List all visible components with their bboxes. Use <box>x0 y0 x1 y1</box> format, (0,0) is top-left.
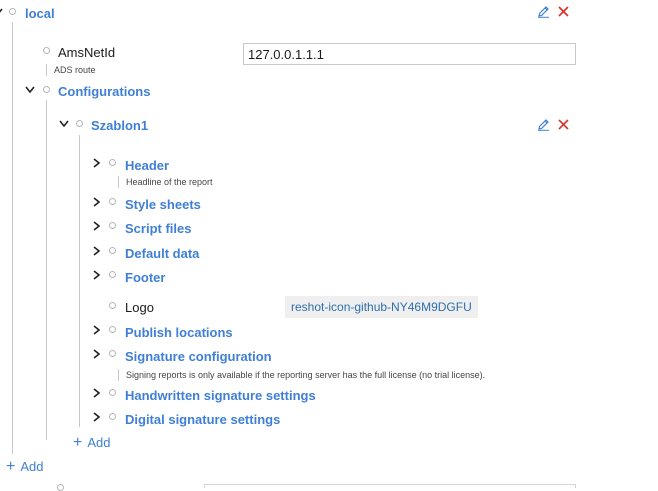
root-node-label[interactable]: local <box>25 6 55 21</box>
circle-icon <box>109 326 116 333</box>
add-root-button[interactable]: + Add <box>6 457 44 475</box>
circle-icon <box>57 484 64 491</box>
add-configuration-label: Add <box>87 435 111 450</box>
szablon-node-label[interactable]: Szablon1 <box>91 118 148 133</box>
logo-file-link[interactable]: reshot-icon-github-NY46M9DGFU <box>285 296 478 318</box>
style-sheets-node-label[interactable]: Style sheets <box>125 197 201 212</box>
chevron-right-icon[interactable] <box>91 220 103 232</box>
circle-icon <box>109 389 116 396</box>
signature-configuration-node-label[interactable]: Signature configuration <box>125 349 272 364</box>
chevron-down-icon[interactable] <box>24 84 36 96</box>
tree-line-configurations <box>46 100 47 440</box>
default-data-node-label[interactable]: Default data <box>125 246 199 261</box>
delete-root-button[interactable] <box>556 4 570 18</box>
circle-icon <box>109 159 116 166</box>
chevron-right-icon[interactable] <box>91 269 103 281</box>
footer-node-label[interactable]: Footer <box>125 270 165 285</box>
signature-configuration-description: Signing reports is only available if the… <box>118 369 485 381</box>
digital-signature-settings-node-label[interactable]: Digital signature settings <box>125 412 280 427</box>
tree-line-szablon <box>79 135 80 427</box>
header-description: Headline of the report <box>118 176 213 188</box>
delete-szablon-button[interactable] <box>556 117 570 131</box>
next-input-field[interactable] <box>204 484 576 488</box>
circle-icon <box>109 302 116 309</box>
header-node-label[interactable]: Header <box>125 158 169 173</box>
amsnetid-input[interactable] <box>243 43 576 65</box>
logo-label: Logo <box>125 300 154 315</box>
configurations-node-label[interactable]: Configurations <box>58 84 150 99</box>
chevron-down-icon[interactable] <box>0 6 4 18</box>
chevron-right-icon[interactable] <box>91 245 103 257</box>
chevron-down-icon[interactable] <box>58 118 70 130</box>
chevron-right-icon[interactable] <box>91 387 103 399</box>
circle-icon <box>109 271 116 278</box>
plus-icon: + <box>6 457 16 475</box>
pencil-icon <box>537 118 549 131</box>
circle-icon <box>9 8 16 15</box>
circle-icon <box>109 198 116 205</box>
circle-icon <box>109 222 116 229</box>
circle-icon <box>109 247 116 254</box>
circle-icon <box>43 86 50 93</box>
circle-icon <box>43 47 50 54</box>
circle-icon <box>76 120 83 127</box>
chevron-right-icon[interactable] <box>91 324 103 336</box>
chevron-right-icon[interactable] <box>91 157 103 169</box>
chevron-right-icon[interactable] <box>91 348 103 360</box>
chevron-right-icon[interactable] <box>91 411 103 423</box>
add-root-label: Add <box>20 459 44 474</box>
plus-icon: + <box>73 433 83 451</box>
circle-icon <box>109 350 116 357</box>
pencil-icon <box>537 5 549 18</box>
handwritten-signature-settings-node-label[interactable]: Handwritten signature settings <box>125 388 316 403</box>
close-icon <box>557 5 569 17</box>
edit-root-button[interactable] <box>536 4 550 18</box>
circle-icon <box>109 413 116 420</box>
publish-locations-node-label[interactable]: Publish locations <box>125 325 233 340</box>
close-icon <box>557 118 569 130</box>
tree-line-root <box>12 22 13 454</box>
script-files-node-label[interactable]: Script files <box>125 221 191 236</box>
amsnetid-description: ADS route <box>46 64 96 76</box>
edit-szablon-button[interactable] <box>536 117 550 131</box>
add-configuration-button[interactable]: + Add <box>73 433 111 451</box>
amsnetid-label: AmsNetId <box>58 45 116 60</box>
chevron-right-icon[interactable] <box>91 196 103 208</box>
